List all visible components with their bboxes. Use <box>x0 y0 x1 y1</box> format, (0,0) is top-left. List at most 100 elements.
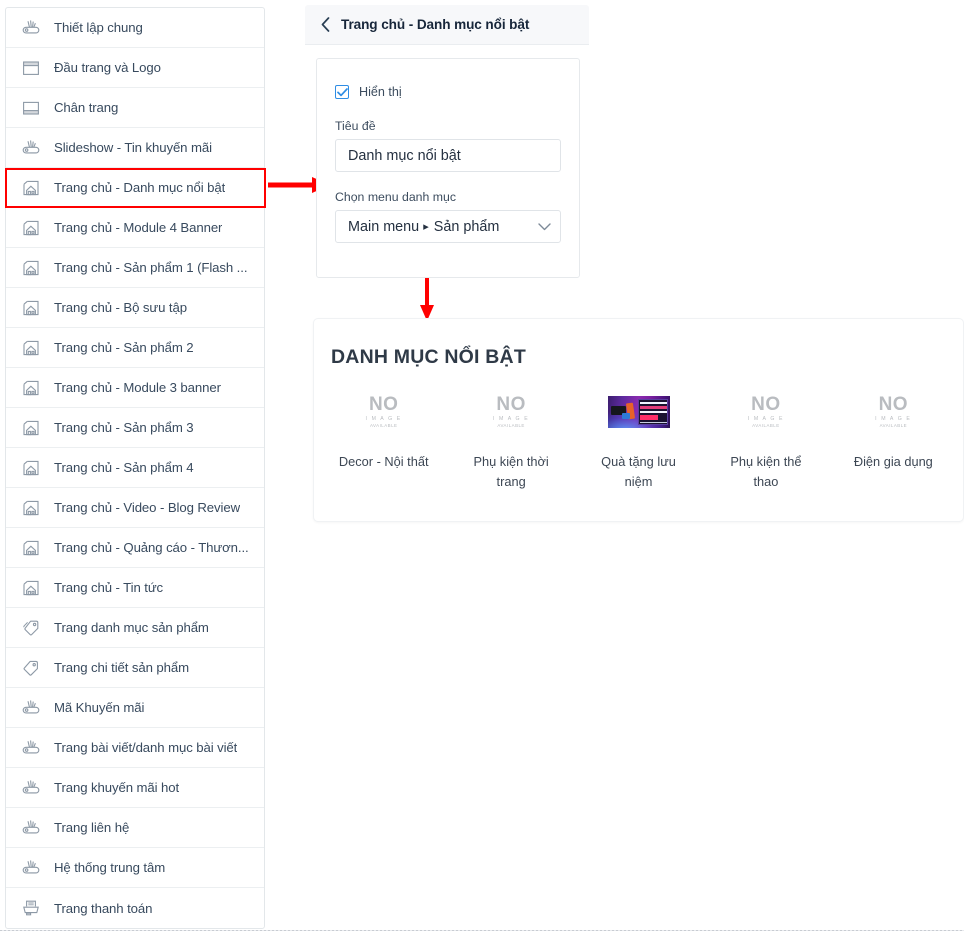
no-image-line1: NO <box>878 393 909 415</box>
sidebar-item-13[interactable]: Trang chủ - Quảng cáo - Thươn... <box>6 528 264 568</box>
sidebar-item-1[interactable]: Đầu trang và Logo <box>6 48 264 88</box>
chevron-left-icon[interactable] <box>315 15 335 35</box>
no-image-line3: AVAILABLE <box>879 422 908 428</box>
no-image-line2: I M A G E <box>747 415 785 422</box>
sidebar-item-label: Trang chủ - Bộ sưu tập <box>54 300 187 315</box>
sidebar-item-label: Chân trang <box>54 100 119 115</box>
home-module-icon <box>20 537 42 559</box>
sidebar-item-label: Mã Khuyến mãi <box>54 700 145 715</box>
settings-knife-icon <box>20 697 42 719</box>
tags-icon <box>20 617 42 639</box>
home-module-icon <box>20 457 42 479</box>
red-arrow-down-icon <box>420 277 434 321</box>
sidebar-item-7[interactable]: Trang chủ - Bộ sưu tập <box>6 288 264 328</box>
sidebar-item-label: Trang chủ - Sản phẩm 4 <box>54 460 194 475</box>
menu-field-label: Chọn menu danh mục <box>335 190 456 204</box>
sidebar-item-22[interactable]: Trang thanh toán <box>6 888 264 928</box>
sidebar-item-20[interactable]: Trang liên hệ <box>6 808 264 848</box>
sidebar-item-9[interactable]: Trang chủ - Module 3 banner <box>6 368 264 408</box>
tag-icon <box>20 657 42 679</box>
no-image-line2: I M A G E <box>365 415 402 422</box>
category-cell[interactable]: NO I M A G E AVAILABLE Decor - Nội thất <box>320 391 447 492</box>
panel-title: Trang chủ - Danh mục nổi bật <box>341 17 530 32</box>
no-image-placeholder-icon: NO I M A G E AVAILABLE <box>480 391 542 432</box>
no-image-line3: AVAILABLE <box>752 422 780 428</box>
sidebar-item-label: Trang chi tiết sản phẩm <box>54 660 190 675</box>
no-image-placeholder-icon: NO I M A G E AVAILABLE <box>353 391 415 432</box>
sidebar-item-8[interactable]: Trang chủ - Sản phẩm 2 <box>6 328 264 368</box>
home-module-icon <box>20 217 42 239</box>
sidebar-item-21[interactable]: Hệ thống trung tâm <box>6 848 264 888</box>
settings-knife-icon <box>20 137 42 159</box>
sidebar-item-label: Thiết lập chung <box>54 20 143 35</box>
sidebar-item-label: Trang chủ - Quảng cáo - Thươn... <box>54 540 249 555</box>
category-name: Decor - Nội thất <box>338 454 429 469</box>
no-image-line2: I M A G E <box>875 415 912 422</box>
home-module-icon <box>20 177 42 199</box>
sidebar-item-label: Trang bài viết/danh mục bài viết <box>54 740 238 755</box>
settings-knife-icon <box>20 857 42 879</box>
settings-knife-icon <box>20 737 42 759</box>
sidebar-item-18[interactable]: Trang bài viết/danh mục bài viết <box>6 728 264 768</box>
sidebar-item-14[interactable]: Trang chủ - Tin tức <box>6 568 264 608</box>
sidebar-item-label: Trang liên hệ <box>54 820 130 835</box>
sidebar-item-10[interactable]: Trang chủ - Sản phẩm 3 <box>6 408 264 448</box>
category-cell[interactable]: NO I M A G E AVAILABLE Phụ kiện thời trang <box>447 391 574 492</box>
sidebar-item-label: Trang chủ - Sản phẩm 3 <box>54 420 194 435</box>
menu-select-suffix: Sản phẩm <box>433 218 500 235</box>
home-module-icon <box>20 377 42 399</box>
sidebar-item-label: Trang chủ - Danh mục nổi bật <box>54 180 226 195</box>
category-cell[interactable]: NO I M A G E AVAILABLE Phụ kiện thể thao <box>702 391 829 492</box>
preview-heading: DANH MỤC NỔI BẬT <box>331 346 526 368</box>
settings-knife-icon <box>20 17 42 39</box>
sidebar-item-11[interactable]: Trang chủ - Sản phẩm 4 <box>6 448 264 488</box>
sidebar-item-label: Trang chủ - Video - Blog Review <box>54 500 241 515</box>
settings-knife-icon <box>20 817 42 839</box>
menu-select-separator: ▸ <box>423 221 429 233</box>
sidebar-item-label: Trang khuyến mãi hot <box>54 780 180 795</box>
sidebar-item-5[interactable]: Trang chủ - Module 4 Banner <box>6 208 264 248</box>
no-image-line2: I M A G E <box>492 415 530 422</box>
sidebar-item-label: Trang danh mục sản phẩm <box>54 620 209 635</box>
sidebar-item-15[interactable]: Trang danh mục sản phẩm <box>6 608 264 648</box>
category-name: Quà tặng lưu niệm <box>601 454 676 489</box>
settings-knife-icon <box>20 777 42 799</box>
sidebar-item-17[interactable]: Mã Khuyến mãi <box>6 688 264 728</box>
menu-select-wrap: Main menu ▸ Sản phẩm <box>335 210 561 243</box>
visibility-checkbox[interactable] <box>335 85 349 99</box>
sidebar-item-2[interactable]: Chân trang <box>6 88 264 128</box>
storefront-preview-card: DANH MỤC NỔI BẬT NO I M A G E AVAILABLE Dec… <box>313 318 964 522</box>
printer-icon <box>20 897 42 919</box>
sidebar-item-6[interactable]: Trang chủ - Sản phẩm 1 (Flash ... <box>6 248 264 288</box>
sidebar-item-label: Trang chủ - Sản phẩm 1 (Flash ... <box>54 260 248 275</box>
sidebar-item-0[interactable]: Thiết lập chung <box>6 8 264 48</box>
sidebar-item-16[interactable]: Trang chi tiết sản phẩm <box>6 648 264 688</box>
sidebar-item-3[interactable]: Slideshow - Tin khuyến mãi <box>6 128 264 168</box>
no-image-placeholder-icon: NO I M A G E AVAILABLE <box>862 391 924 432</box>
sidebar-item-19[interactable]: Trang khuyến mãi hot <box>6 768 264 808</box>
sidebar-item-label: Hệ thống trung tâm <box>54 860 166 875</box>
panel-header: Trang chủ - Danh mục nổi bật <box>305 5 589 45</box>
category-name: Điện gia dụng <box>853 454 933 469</box>
home-module-icon <box>20 337 42 359</box>
menu-select-prefix: Main menu <box>348 218 420 235</box>
no-image-line1: NO <box>368 393 399 415</box>
sidebar-item-12[interactable]: Trang chủ - Video - Blog Review <box>6 488 264 528</box>
sidebar-item-4[interactable]: Trang chủ - Danh mục nổi bật <box>6 168 264 208</box>
sidebar-item-label: Trang chủ - Module 4 Banner <box>54 220 223 235</box>
sidebar-item-label: Slideshow - Tin khuyến mãi <box>54 140 212 155</box>
sidebar-item-label: Trang chủ - Module 3 banner <box>54 380 221 395</box>
sidebar-item-label: Trang chủ - Sản phẩm 2 <box>54 340 194 355</box>
visibility-row: Hiển thị <box>335 85 561 99</box>
category-name: Phụ kiện thể thao <box>730 454 802 489</box>
category-cell[interactable]: NO I M A G E AVAILABLE Điện gia dụng <box>830 391 957 492</box>
category-thumbnail-image <box>607 391 670 432</box>
category-cell[interactable]: Quà tặng lưu niệm <box>575 391 702 492</box>
no-image-placeholder-icon: NO I M A G E AVAILABLE <box>735 391 797 432</box>
title-input[interactable] <box>335 139 561 172</box>
sidebar-item-label: Trang thanh toán <box>54 900 153 916</box>
home-module-icon <box>20 257 42 279</box>
footer-icon <box>20 97 42 119</box>
menu-select[interactable]: Main menu ▸ Sản phẩm <box>335 210 561 243</box>
home-module-icon <box>20 497 42 519</box>
